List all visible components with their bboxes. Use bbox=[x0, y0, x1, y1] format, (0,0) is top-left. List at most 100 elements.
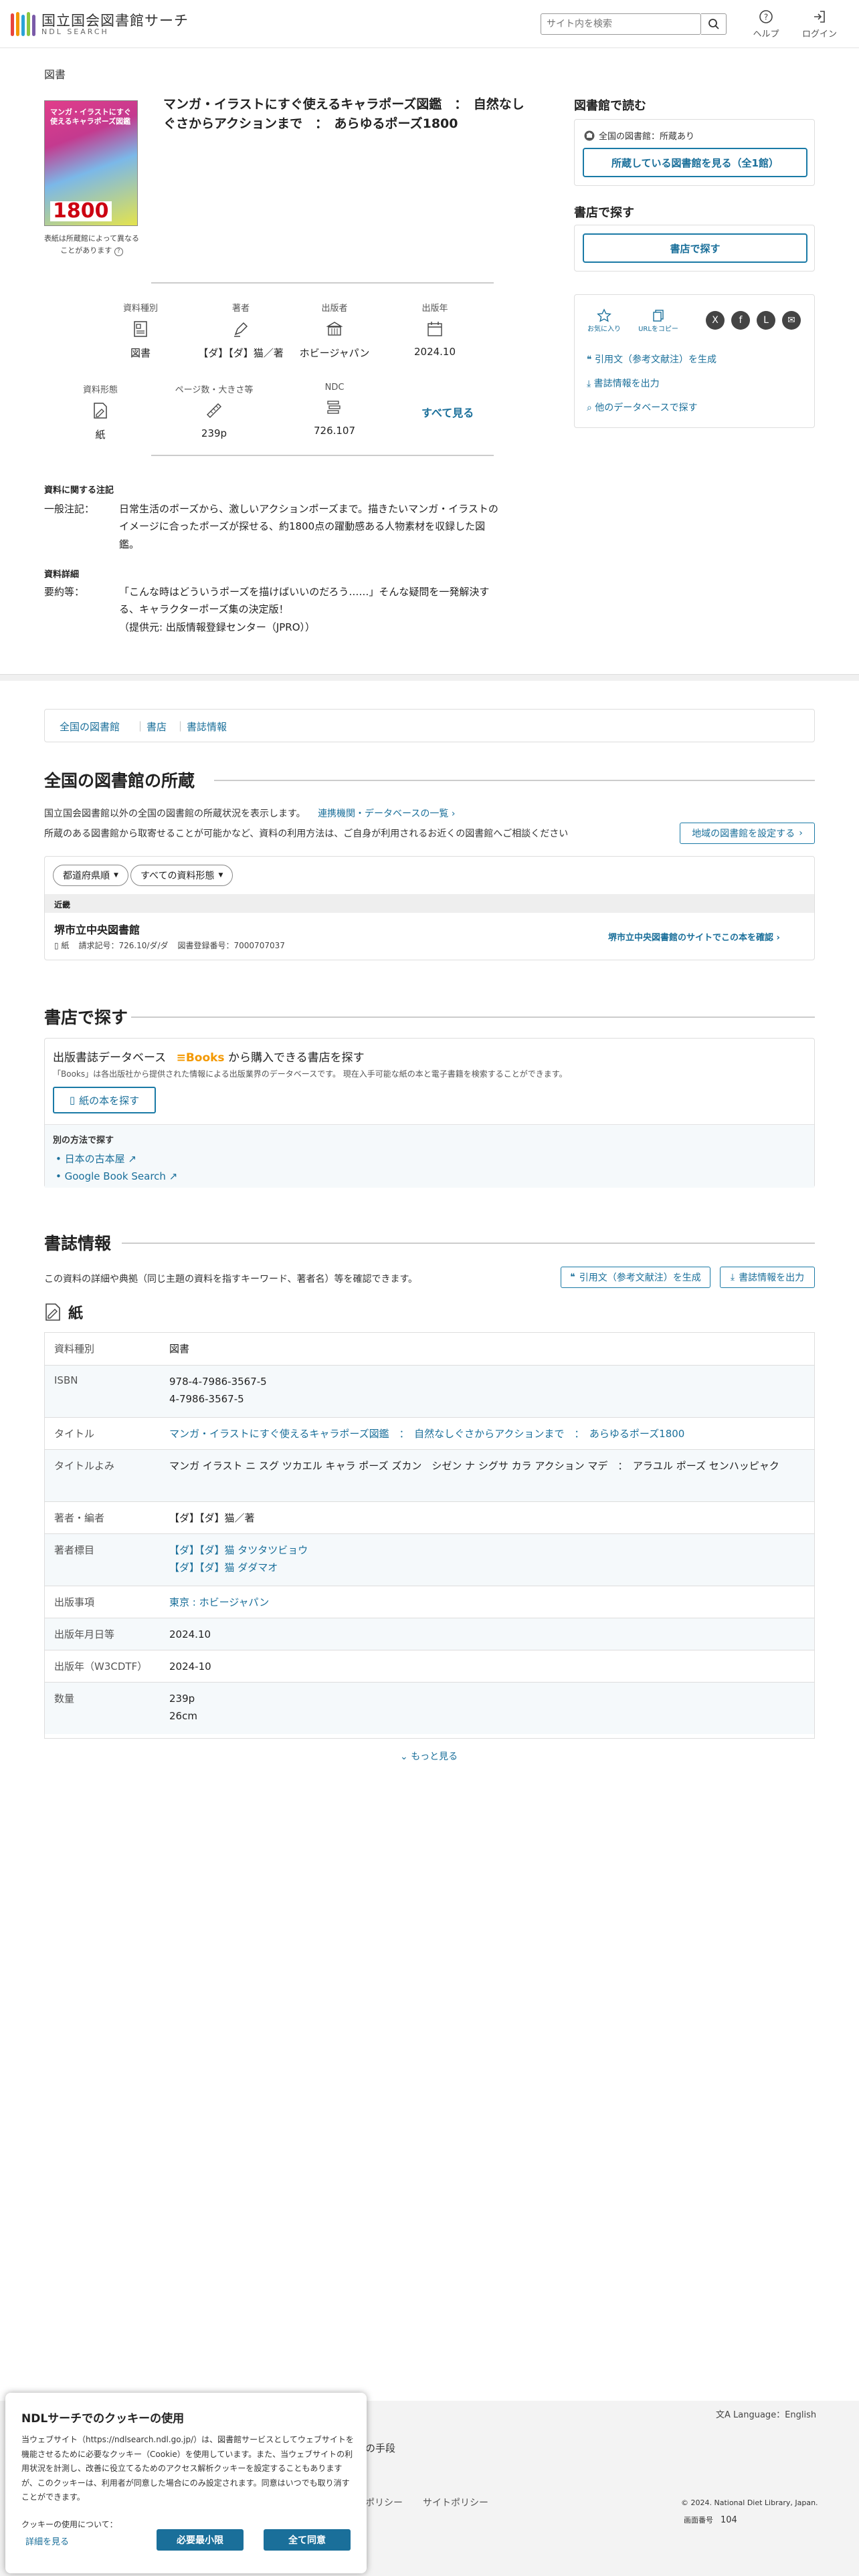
cover-note: 表紙は所蔵館によって異なることがあります ? bbox=[41, 233, 142, 256]
kosho-link[interactable]: • 日本の古本屋 ↗ bbox=[56, 1152, 136, 1166]
footer-means-link[interactable]: の手段 bbox=[365, 2441, 395, 2455]
call-number: 請求記号：726.10/ダ/ダ bbox=[78, 941, 169, 950]
table-cell-value[interactable]: 【ダ】【ダ】猫 タツタツビョウ bbox=[169, 1541, 805, 1559]
cookie-accept-all-button[interactable]: 全て同意 bbox=[264, 2529, 351, 2551]
login-button[interactable]: ログイン bbox=[796, 9, 843, 39]
download-icon: ⤓ bbox=[730, 1272, 735, 1283]
table-cell-value: 239p bbox=[169, 1693, 195, 1705]
meta-item: 資料形態紙 bbox=[47, 383, 154, 441]
libraries-desc: 国立国会図書館以外の全国の図書館の所蔵状況を表示します。 連携機関・データベース… bbox=[44, 807, 455, 820]
table-cell-value[interactable]: 【ダ】【ダ】猫 ダダマオ bbox=[169, 1559, 805, 1576]
table-row: タイトルよみ マンガ イラスト ニ スグ ツカエル キャラ ポーズ ズカン シゼン… bbox=[45, 1449, 814, 1501]
table-cell-values: 図書 bbox=[169, 1340, 805, 1358]
holding-status: 全国の図書館：所蔵あり bbox=[584, 129, 694, 142]
cover-note-text: 表紙は所蔵館によって異なることがあります bbox=[43, 234, 140, 255]
notes-heading: 資料に関する注記 bbox=[44, 486, 114, 496]
holding-label: 全国の図書館：所蔵あり bbox=[599, 132, 695, 142]
share-line-button[interactable]: L bbox=[757, 311, 775, 330]
biblio-desc: この資料の詳細や典拠（同じ主題の資料を指すキーワード、著者名）等を確認できます。 bbox=[44, 1274, 418, 1285]
meta-item: 出版年 2024.10 bbox=[381, 301, 488, 358]
summary-value: 「こんな時はどういうポーズを描けばいいのだろう……」そんな疑問を一発解決する、キ… bbox=[119, 583, 499, 636]
cookie-about-label: クッキーの使用について： bbox=[21, 2520, 118, 2529]
stores-box: 出版書誌データベース ≡Books から購入できる書店を探す 「Books」は各… bbox=[44, 1038, 815, 1188]
biblio-heading: 書誌情報 bbox=[44, 1234, 112, 1253]
favorite-button[interactable]: お気に入り bbox=[585, 308, 623, 333]
share-facebook-button[interactable]: f bbox=[731, 311, 750, 330]
share-box: お気に入り URLをコピー X f L ✉ ❝ 引用文（参考文献注）を生成 ⤓ … bbox=[574, 294, 815, 428]
meta-label: 著者 bbox=[231, 304, 250, 314]
table-cell-value: 26cm bbox=[169, 1710, 197, 1723]
footer-policy-link[interactable]: ポリシー bbox=[365, 2496, 403, 2509]
biblio-export-button[interactable]: ⤓ 書誌情報を出力 bbox=[720, 1267, 815, 1288]
cover-number-art: 1800 bbox=[50, 201, 112, 221]
biblio-cite-button[interactable]: ❝ 引用文（参考文献注）を生成 bbox=[561, 1267, 710, 1288]
cookie-details-link[interactable]: 詳細を見る bbox=[25, 2535, 69, 2547]
books-db-title-2: から購入できる書店を探す bbox=[227, 1051, 365, 1065]
share-mail-button[interactable]: ✉ bbox=[782, 311, 801, 330]
table-row: タイトル マンガ・イラストにすぐ使えるキャラポーズ図鑑 ： 自然なしぐさからアクシ… bbox=[45, 1417, 814, 1449]
cite-link-label: 引用文（参考文献注）を生成 bbox=[594, 354, 717, 365]
table-row: 数量 239p 26cm bbox=[45, 1682, 814, 1734]
table-row: 出版年（W3CDTF） 2024-10 bbox=[45, 1650, 814, 1682]
paper-icon bbox=[47, 399, 154, 422]
table-cell-values: 東京 : ホビージャパン bbox=[169, 1594, 805, 1611]
ndc-icon bbox=[281, 397, 388, 419]
books-db-desc: 「Books」は各出版社から提供された情報による出版業界のデータベースです。 現… bbox=[53, 1069, 567, 1079]
table-cell-key: 出版年（W3CDTF） bbox=[54, 1660, 148, 1673]
library-site-link[interactable]: 堺市立中央図書館のサイトでこの本を確認 › bbox=[608, 930, 780, 943]
cite-link[interactable]: ❝ 引用文（参考文献注）を生成 bbox=[587, 352, 717, 366]
search-button[interactable] bbox=[701, 13, 727, 35]
table-row: 出版事項 東京 : ホビージャパン bbox=[45, 1586, 814, 1618]
table-cell-key: ISBN bbox=[54, 1374, 78, 1386]
library-holding-box: 全国の図書館：所蔵あり 所蔵している図書館を見る（全1館） bbox=[574, 119, 815, 186]
table-cell-value: 2024.10 bbox=[169, 1628, 211, 1640]
caret-down-icon: ▼ bbox=[218, 872, 223, 879]
search-small-icon: ⌕ bbox=[587, 403, 595, 413]
partner-db-link[interactable]: 連携機関・データベースの一覧 bbox=[318, 809, 448, 819]
set-region-button[interactable]: 地域の図書館を設定する › bbox=[680, 823, 815, 844]
login-label: ログイン bbox=[801, 29, 837, 39]
screen-no-value: 104 bbox=[721, 2515, 737, 2525]
footer-sitepolicy-link[interactable]: サイトポリシー bbox=[423, 2496, 488, 2509]
table-cell-value[interactable]: マンガ・イラストにすぐ使えるキャラポーズ図鑑 ： 自然なしぐさからアクションまで… bbox=[169, 1425, 805, 1442]
download-icon: ⤓ bbox=[587, 379, 594, 389]
cookie-minimum-button[interactable]: 必要最小限 bbox=[157, 2529, 244, 2551]
export-link[interactable]: ⤓ 書誌情報を出力 bbox=[587, 377, 660, 390]
show-more-link[interactable]: ⌄ もっと見る bbox=[400, 1749, 458, 1763]
stores-heading: 書店で探す bbox=[44, 1008, 128, 1027]
sort-pref-select[interactable]: 都道府県順 ▼ bbox=[53, 865, 128, 886]
table-cell-value: 2024-10 bbox=[169, 1660, 211, 1673]
form-filter-select[interactable]: すべての資料形態 ▼ bbox=[130, 865, 233, 886]
chevron-right-icon: › bbox=[773, 933, 780, 943]
language-switch[interactable]: 文A Language：English bbox=[716, 2407, 816, 2420]
help-button[interactable]: ? ヘルプ bbox=[743, 9, 789, 39]
view-holding-libraries-button[interactable]: 所蔵している図書館を見る（全1館） bbox=[583, 148, 807, 177]
screen-no-label: 画面番号 bbox=[684, 2516, 713, 2525]
translate-icon: 文A bbox=[716, 2410, 734, 2420]
google-books-link[interactable]: • Google Book Search ↗ bbox=[56, 1170, 177, 1182]
lib-form-label: 紙 bbox=[61, 941, 70, 950]
table-cell-value[interactable]: 東京 : ホビージャパン bbox=[169, 1594, 805, 1611]
heading-rule bbox=[122, 1243, 815, 1244]
find-paper-book-button[interactable]: ▯ 紙の本を探す bbox=[53, 1087, 156, 1113]
book-cover-image[interactable]: マンガ・イラストにすぐ使えるキャラポーズ図鑑 1800 bbox=[44, 100, 138, 226]
nav-libraries[interactable]: 全国の図書館 bbox=[60, 720, 120, 734]
meta-item: NDC 726.107 bbox=[281, 383, 388, 437]
copy-url-button[interactable]: URLをコピー bbox=[635, 308, 682, 333]
table-cell-key: 出版事項 bbox=[54, 1596, 95, 1608]
show-all-link[interactable]: すべて見る bbox=[421, 404, 474, 420]
cookie-banner: NDLサーチでのクッキーの使用 当ウェブサイト（https://ndlsearc… bbox=[5, 2393, 367, 2573]
table-row: 著者標目 【ダ】【ダ】猫 タツタツビョウ 【ダ】【ダ】猫 ダダマオ bbox=[45, 1533, 814, 1586]
info-icon[interactable]: ? bbox=[114, 247, 123, 256]
ndl-logo-icon[interactable] bbox=[9, 9, 39, 39]
share-x-button[interactable]: X bbox=[706, 311, 725, 330]
copy-icon bbox=[653, 310, 664, 322]
other-db-link[interactable]: ⌕ 他のデータベースで探す bbox=[587, 401, 698, 414]
find-in-bookstore-button[interactable]: 書店で探す bbox=[583, 233, 807, 263]
nav-stores[interactable]: 書店 bbox=[147, 720, 167, 734]
search-input[interactable] bbox=[541, 13, 701, 35]
ruler-icon bbox=[161, 399, 268, 422]
meta-label: ページ数・大きさ等 bbox=[175, 385, 254, 395]
shop-box: 書店で探す bbox=[574, 225, 815, 272]
nav-biblio[interactable]: 書誌情報 bbox=[187, 720, 227, 734]
